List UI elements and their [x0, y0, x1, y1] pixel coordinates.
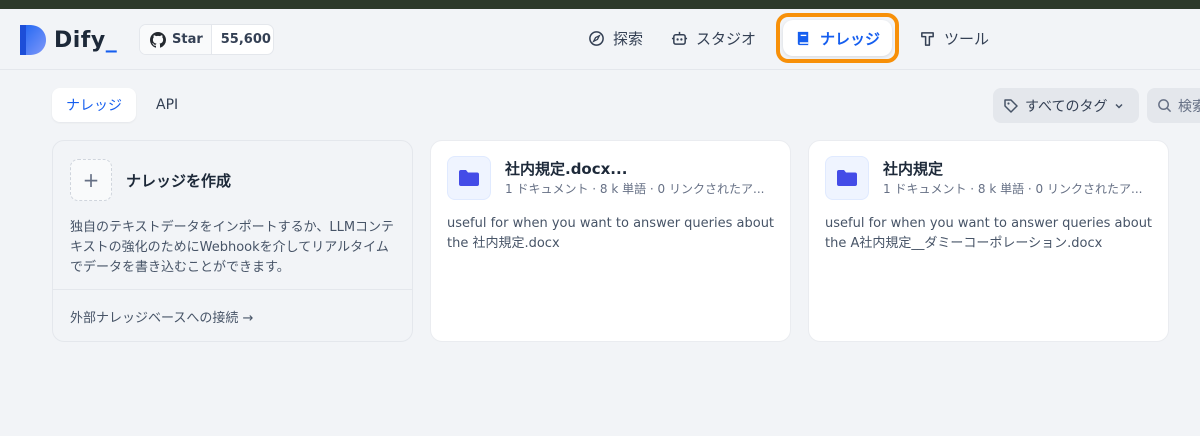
create-knowledge-title: ナレッジを作成 [126, 171, 232, 190]
search-input[interactable]: 検索 [1147, 88, 1200, 123]
knowledge-card[interactable]: 社内規定 1 ドキュメント · 8 k 単語 · 0 リンクされたア... us… [808, 140, 1169, 342]
knowledge-card-description: useful for when you want to answer queri… [825, 216, 1153, 251]
tag-filter-dropdown[interactable]: すべてのタグ [993, 88, 1139, 123]
nav-tools-label: ツール [944, 29, 990, 48]
folder-icon [447, 156, 491, 200]
divider [53, 289, 412, 290]
tag-icon [1004, 98, 1018, 113]
nav-tools[interactable]: ツール [907, 20, 1001, 56]
tab-api[interactable]: API [142, 88, 192, 122]
star-label: Star [172, 32, 203, 47]
main-nav: 探索 スタジオ ナレッジ ツール [576, 13, 1005, 63]
dify-logo[interactable]: Dify_ [18, 23, 117, 57]
knowledge-card-meta: 1 ドキュメント · 8 k 単語 · 0 リンクされたア... [505, 182, 765, 196]
robot-icon [671, 31, 688, 45]
github-star-button[interactable]: Star 55,600 [139, 24, 274, 55]
dify-logo-icon [20, 25, 46, 55]
nav-studio-label: スタジオ [696, 29, 757, 48]
knowledge-card[interactable]: 社内規定.docx... 1 ドキュメント · 8 k 単語 · 0 リンクされ… [430, 140, 791, 342]
nav-explore-label: 探索 [613, 29, 644, 48]
nav-explore[interactable]: 探索 [576, 20, 655, 56]
star-count: 55,600 [220, 32, 271, 47]
top-header: Dify_ Star 55,600 探索 スタジオ ナレッジ ツール [0, 9, 1200, 70]
github-icon [150, 31, 166, 48]
book-icon [797, 31, 809, 45]
nav-studio[interactable]: スタジオ [659, 20, 768, 56]
nav-knowledge-label: ナレッジ [820, 29, 881, 48]
knowledge-card-title: 社内規定.docx... [505, 160, 628, 178]
logo-text: Dify_ [54, 27, 118, 53]
plus-icon: + [70, 159, 112, 201]
compass-icon [589, 30, 604, 46]
nav-knowledge[interactable]: ナレッジ [783, 20, 893, 56]
hammer-icon [921, 31, 934, 46]
create-knowledge-card[interactable]: + ナレッジを作成 独自のテキストデータをインポートするか、LLMコンテキストの… [52, 140, 413, 342]
connect-external-knowledge-link[interactable]: 外部ナレッジベースへの接続 → [70, 307, 253, 326]
tag-filter-label: すべてのタグ [1025, 98, 1108, 115]
search-icon [1158, 99, 1172, 113]
folder-icon [825, 156, 869, 200]
search-placeholder: 検索 [1178, 98, 1200, 115]
tab-knowledge[interactable]: ナレッジ [52, 88, 136, 122]
knowledge-card-title: 社内規定 [883, 160, 944, 178]
knowledge-card-meta: 1 ドキュメント · 8 k 単語 · 0 リンクされたア... [883, 182, 1143, 196]
create-knowledge-description: 独自のテキストデータをインポートするか、LLMコンテキストの強化のためにWebh… [70, 220, 395, 275]
chevron-down-icon [1115, 103, 1123, 109]
tab-bar: ナレッジ API [52, 88, 192, 122]
knowledge-card-description: useful for when you want to answer queri… [447, 216, 775, 251]
nav-knowledge-highlight: ナレッジ [776, 13, 900, 63]
window-top-strip [0, 0, 1200, 9]
